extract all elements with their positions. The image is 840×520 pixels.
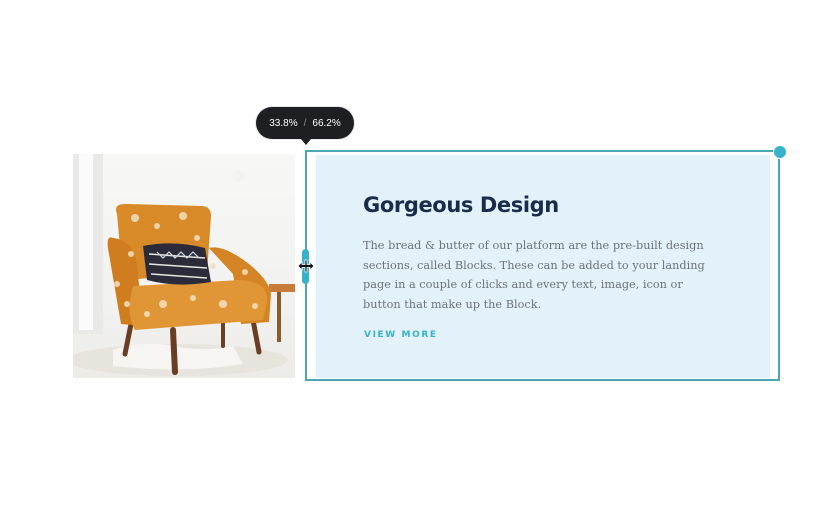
horizontal-resize-cursor-icon <box>297 259 315 273</box>
armchair-illustration <box>73 154 295 376</box>
left-column-ratio: 33.8% <box>269 117 298 129</box>
ratio-separator: / <box>303 117 307 129</box>
card-body-text: The bread & butter of our platform are t… <box>363 239 705 311</box>
column-ratio-tooltip: 33.8% / 66.2% <box>256 107 354 145</box>
card-heading: Gorgeous Design <box>363 193 559 217</box>
armchair-image <box>73 154 295 378</box>
right-column-ratio: 66.2% <box>312 117 341 129</box>
view-more-link[interactable]: VIEW MORE <box>364 330 438 340</box>
selection-corner-handle-icon[interactable] <box>774 146 786 158</box>
